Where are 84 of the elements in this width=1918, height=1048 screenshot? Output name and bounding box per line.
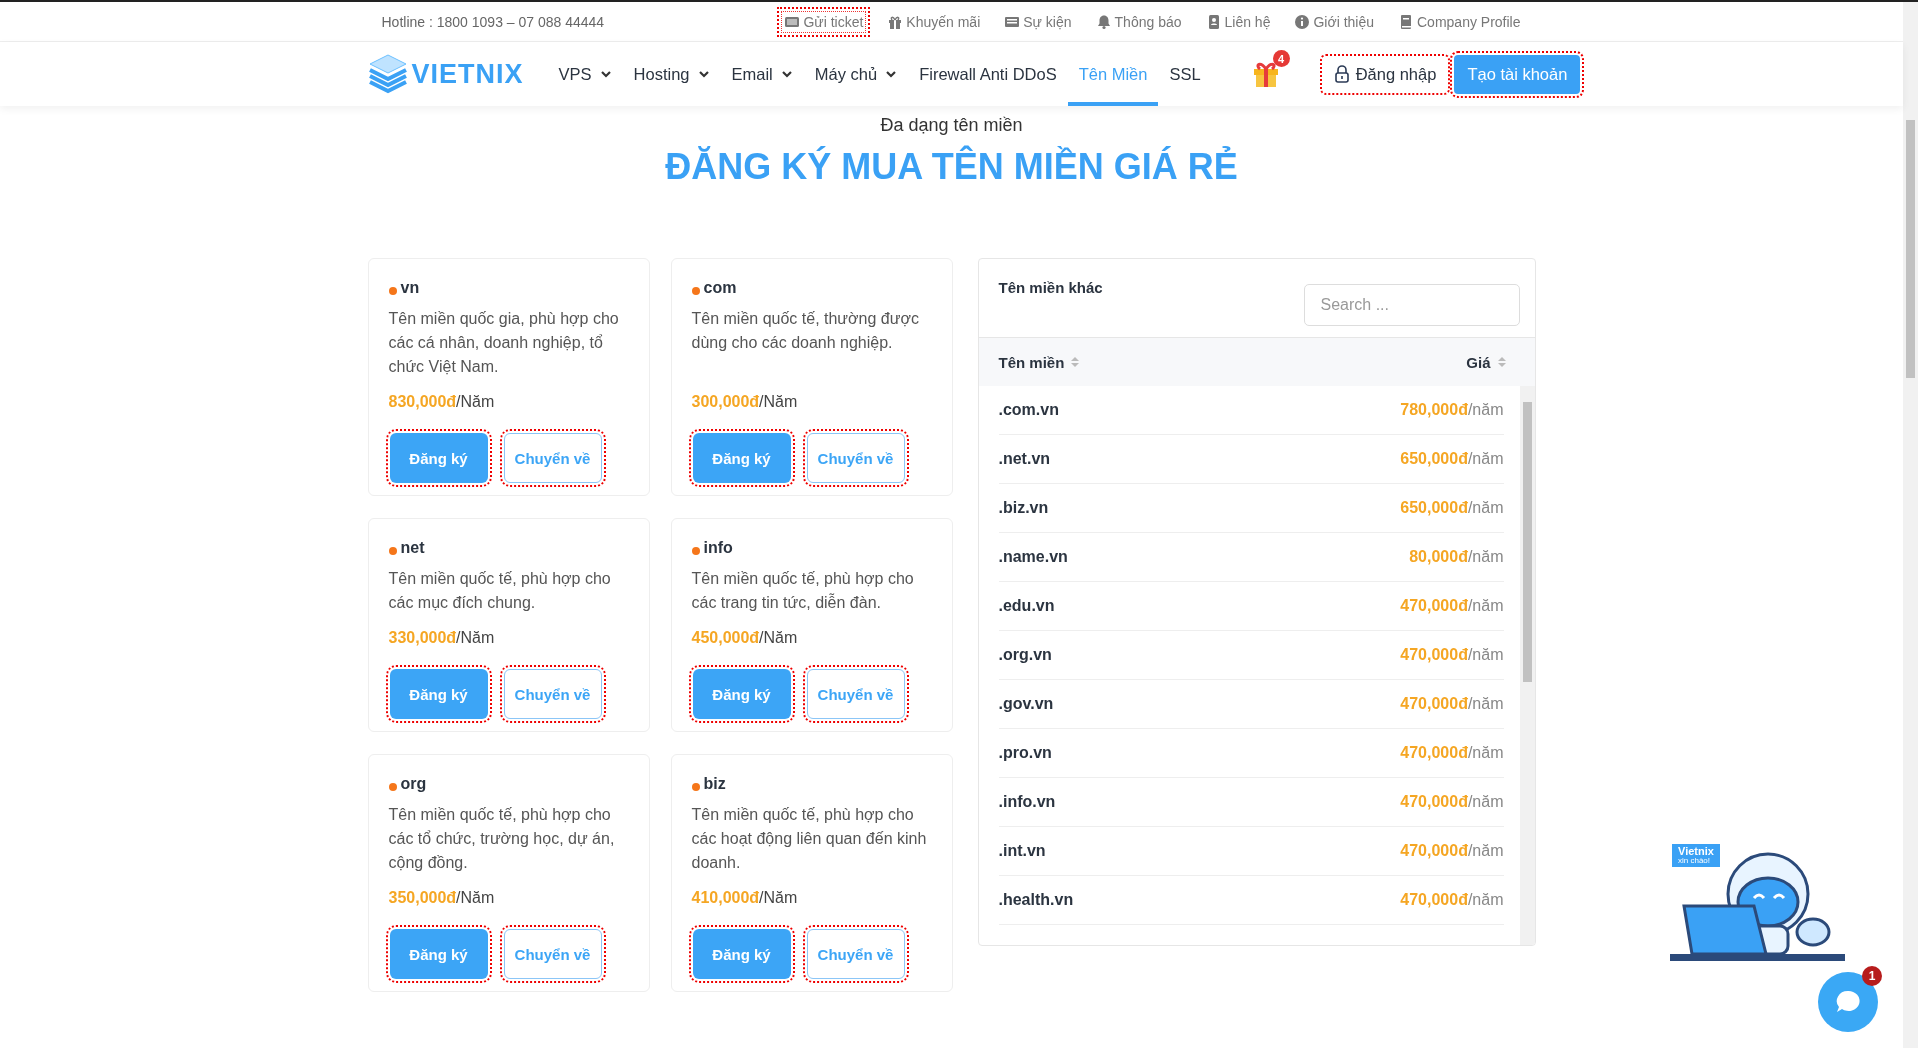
- bullet-dot-icon: [388, 547, 397, 555]
- info-icon: [1294, 14, 1311, 30]
- price-cell: 470,000đ/năm: [1400, 695, 1504, 713]
- column-header[interactable]: Tên miền: [998, 353, 1081, 371]
- speech-bubble: Vietnix xin chào!: [1672, 844, 1720, 867]
- book-icon: [1398, 14, 1414, 30]
- price-text: 330,000đ/Năm: [388, 629, 496, 647]
- section-title: ĐĂNG KÝ MUA TÊN MIỀN GIÁ RẺ: [665, 146, 1238, 188]
- lock-icon: [1333, 65, 1350, 83]
- domain-cell: .info.vn: [998, 793, 1056, 811]
- domain-name: info: [703, 539, 733, 557]
- bullet-dot-icon: [691, 547, 700, 555]
- domain-description: Tên miền quốc tế, phù hợp cho các hoạt động liên quan đến kinh doanh.: [691, 805, 928, 873]
- section-subtitle: Đa dạng tên miền: [880, 115, 1023, 136]
- price-text: 410,000đ/Năm: [691, 889, 799, 907]
- top-link[interactable]: Giới thiệu: [1291, 11, 1377, 33]
- bullet-dot-icon: [691, 783, 700, 791]
- price-cell: 470,000đ/năm: [1400, 744, 1504, 762]
- logo[interactable]: VIETNIX: [367, 53, 524, 95]
- domain-description: Tên miền quốc gia, phù hợp cho các cá nhân, doanh nghiệp, tổ chức Việt Nam.: [388, 309, 620, 377]
- domain-name: net: [400, 539, 425, 557]
- ticket-icon: [784, 14, 801, 30]
- domain-cell: .gov.vn: [998, 695, 1054, 713]
- bell-icon: [1095, 14, 1112, 30]
- price-cell: 470,000đ/năm: [1400, 646, 1504, 664]
- price-text: 350,000đ/Năm: [388, 889, 496, 907]
- top-link[interactable]: Liên hệ: [1202, 11, 1274, 33]
- nav-tab[interactable]: Firewall Anti DDoS: [908, 42, 1068, 106]
- domain-description: Tên miền quốc tế, phù hợp cho các tổ chức, trường học, dự án, cộng đồng.: [388, 805, 616, 873]
- domain-cell: .name.vn: [998, 548, 1068, 566]
- nav-tab[interactable]: Email: [720, 42, 804, 106]
- scrollbar-thumb[interactable]: [1906, 120, 1915, 378]
- price-cell: 470,000đ/năm: [1400, 597, 1504, 615]
- gift-icon: [887, 14, 904, 30]
- bullet-dot-icon: [388, 783, 397, 791]
- domain-description: Tên miền quốc tế, thường được dùng cho các doanh nghiệp.: [691, 309, 920, 353]
- domain-cell: .com.vn: [998, 401, 1059, 419]
- top-link[interactable]: Sự kiện: [1001, 11, 1075, 33]
- price-text: 450,000đ/Năm: [691, 629, 799, 647]
- sort-icon: [1496, 356, 1507, 368]
- chat-button[interactable]: [1818, 972, 1878, 1032]
- top-link[interactable]: Khuyến mãi: [884, 11, 984, 33]
- price-cell: 470,000đ/năm: [1400, 891, 1504, 909]
- top-link[interactable]: Company Profile: [1395, 11, 1524, 33]
- price-cell: 650,000đ/năm: [1400, 450, 1504, 468]
- domain-name: org: [400, 775, 427, 793]
- domain-cell: .edu.vn: [998, 597, 1055, 615]
- sort-icon: [1070, 356, 1081, 368]
- bullet-dot-icon: [691, 287, 700, 295]
- column-header[interactable]: Giá: [1466, 353, 1507, 371]
- domain-name: com: [703, 279, 737, 297]
- price-cell: 80,000đ/năm: [1409, 548, 1504, 566]
- price-text: 300,000đ/Năm: [691, 393, 799, 411]
- search-field[interactable]: Search ...: [1303, 284, 1520, 326]
- domain-cell: .pro.vn: [998, 744, 1052, 762]
- table-scrollbar[interactable]: [1519, 386, 1535, 945]
- domain-description: Tên miền quốc tế, phù hợp cho các trang tin tức, diễn đàn.: [691, 569, 915, 613]
- price-cell: 650,000đ/năm: [1400, 499, 1504, 517]
- price-text: 830,000đ/Năm: [388, 393, 496, 411]
- domain-name: biz: [703, 775, 726, 793]
- price-cell: 780,000đ/năm: [1400, 401, 1504, 419]
- notification-badge: 4: [1272, 50, 1290, 67]
- logo-icon: [367, 53, 408, 95]
- domain-cell: .org.vn: [998, 646, 1052, 664]
- nav-tab[interactable]: SSL: [1158, 42, 1212, 106]
- nav-tab[interactable]: Tên Miền: [1067, 42, 1159, 106]
- hotline-text: Hotline : 1800 1093 – 07 088 44444: [381, 14, 605, 30]
- card-icon: [1004, 14, 1021, 30]
- domain-cell: .health.vn: [998, 891, 1074, 909]
- panel-title: Tên miền khác: [998, 279, 1103, 298]
- nav-tab[interactable]: VPS: [547, 42, 623, 106]
- nav-tab[interactable]: Hosting: [622, 42, 721, 106]
- login-button[interactable]: Đăng nhập: [1319, 53, 1451, 95]
- domain-cell: .net.vn: [998, 450, 1051, 468]
- price-cell: 470,000đ/năm: [1400, 842, 1504, 860]
- bullet-dot-icon: [388, 287, 397, 295]
- domain-name: vn: [400, 279, 420, 297]
- domain-cell: .biz.vn: [998, 499, 1049, 517]
- top-link[interactable]: Thông báo: [1092, 11, 1185, 33]
- price-cell: 470,000đ/năm: [1400, 793, 1504, 811]
- notification-badge: 1: [1862, 966, 1882, 986]
- nav-tab[interactable]: Máy chủ: [803, 42, 909, 106]
- domain-description: Tên miền quốc tế, phù hợp cho các mục đích chung.: [388, 569, 612, 613]
- domain-cell: .int.vn: [998, 842, 1046, 860]
